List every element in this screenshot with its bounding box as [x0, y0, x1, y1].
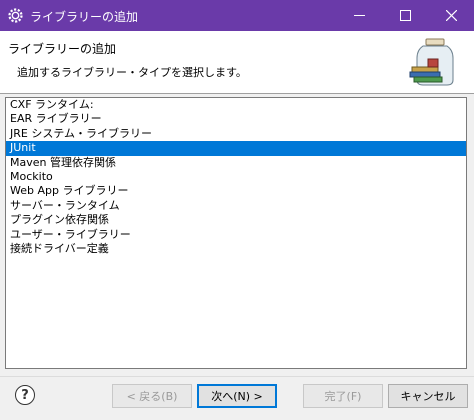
- help-icon: ?: [21, 387, 29, 403]
- cancel-button[interactable]: キャンセル: [388, 384, 468, 408]
- library-jar-icon: [409, 38, 454, 86]
- list-item[interactable]: Mockito: [6, 170, 466, 184]
- list-item[interactable]: Web App ライブラリー: [6, 184, 466, 198]
- list-item[interactable]: 接続ドライバー定義: [6, 242, 466, 256]
- title-bar[interactable]: ライブラリーの追加: [0, 0, 474, 31]
- window-title: ライブラリーの追加: [30, 10, 139, 24]
- add-library-dialog: ライブラリーの追加 ライブラリーの追加 追加するライブラリー・タイプを選択します…: [0, 0, 474, 420]
- footer-divider: [0, 376, 474, 377]
- page-title: ライブラリーの追加: [8, 42, 117, 56]
- list-item-selected[interactable]: JUnit: [6, 141, 466, 156]
- header-divider: [0, 93, 474, 94]
- maximize-button[interactable]: [382, 0, 428, 31]
- help-button[interactable]: ?: [15, 385, 35, 405]
- eclipse-gear-icon: [8, 8, 23, 23]
- list-item[interactable]: Maven 管理依存関係: [6, 156, 466, 170]
- maximize-icon: [399, 10, 411, 21]
- wizard-header: ライブラリーの追加 追加するライブラリー・タイプを選択します。: [0, 31, 474, 93]
- minimize-button[interactable]: [336, 0, 382, 31]
- finish-button[interactable]: 完了(F): [303, 384, 383, 408]
- close-icon: [445, 10, 457, 21]
- list-item[interactable]: プラグイン依存関係: [6, 213, 466, 227]
- next-button[interactable]: 次へ(N) >: [197, 384, 277, 408]
- library-type-list[interactable]: CXF ランタイム: EAR ライブラリー JRE システム・ライブラリー JU…: [5, 97, 467, 369]
- list-item[interactable]: サーバー・ランタイム: [6, 199, 466, 213]
- list-item[interactable]: JRE システム・ライブラリー: [6, 127, 466, 141]
- list-item[interactable]: EAR ライブラリー: [6, 112, 466, 126]
- list-item[interactable]: ユーザー・ライブラリー: [6, 228, 466, 242]
- minimize-icon: [353, 15, 365, 16]
- close-button[interactable]: [428, 0, 474, 31]
- back-button[interactable]: < 戻る(B): [112, 384, 192, 408]
- list-item[interactable]: CXF ランタイム:: [6, 98, 466, 112]
- page-description: 追加するライブラリー・タイプを選択します。: [17, 66, 247, 79]
